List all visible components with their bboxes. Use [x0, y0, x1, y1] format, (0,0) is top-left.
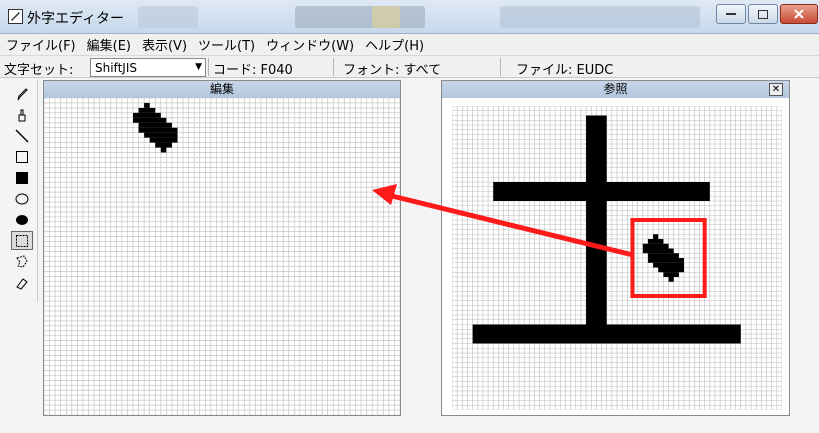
separator [208, 58, 209, 76]
edit-glyph-cell [138, 107, 156, 113]
separator [500, 58, 501, 76]
line-tool[interactable] [11, 126, 33, 145]
blurred-taskbar-fragment [295, 6, 425, 28]
edit-grid-wrap [44, 98, 400, 415]
blurred-taskbar-fragment [500, 6, 700, 28]
reference-grid [452, 106, 782, 410]
brush-icon [18, 109, 26, 121]
maximize-icon [758, 9, 768, 19]
edit-grid-lines [44, 98, 400, 415]
eraser-icon [16, 277, 28, 290]
edit-panel-title: 編集 [44, 81, 400, 98]
close-button[interactable] [780, 4, 818, 24]
edit-panel: 編集 [43, 80, 401, 416]
filled-ellipse-icon [16, 214, 28, 225]
charset-value: ShiftJIS [95, 61, 137, 75]
code-label: コード: F040 [213, 63, 293, 78]
line-icon [15, 129, 29, 142]
reference-glyph-cell [642, 248, 674, 254]
reference-glyph-cell [663, 272, 679, 277]
separator [333, 58, 334, 76]
minimize-icon [726, 13, 736, 15]
charset-select[interactable]: ShiftJIS ▼ [90, 58, 206, 77]
menu-window[interactable]: ウィンドウ(W) [266, 35, 354, 54]
file-label: ファイル: EUDC [516, 63, 614, 78]
rectangular-selection-icon [16, 234, 28, 247]
edit-glyph-cell [155, 142, 172, 148]
reference-glyph-cell [647, 253, 679, 258]
reference-glyph-cell [653, 262, 685, 268]
hollow-rectangle-icon [16, 150, 28, 163]
edit-glyph-cell [160, 147, 167, 153]
menu-view[interactable]: 表示(V) [142, 35, 187, 54]
hollow-rectangle-tool[interactable] [11, 147, 33, 166]
blurred-taskbar-fragment [138, 6, 198, 28]
freeform-selection-icon [16, 254, 28, 268]
brush-tool[interactable] [11, 105, 33, 124]
reference-glyph-cell [647, 239, 664, 244]
reference-close-button[interactable] [769, 83, 783, 96]
reference-panel-title: 参照 [442, 81, 789, 98]
dropdown-arrow-icon: ▼ [195, 62, 202, 72]
pencil-icon [17, 87, 28, 100]
filled-rectangle-tool[interactable] [11, 168, 33, 187]
filled-ellipse-tool[interactable] [11, 210, 33, 229]
title-bar: 外字エディター [0, 0, 819, 34]
edit-glyph-cell [133, 112, 161, 118]
minimize-button[interactable] [716, 4, 746, 24]
blurred-taskbar-fragment [372, 6, 400, 28]
reference-glyph-cell [668, 277, 674, 282]
filled-rectangle-icon [16, 171, 28, 184]
reference-glyph-cell [642, 243, 669, 249]
close-icon [794, 9, 804, 19]
menu-tools[interactable]: ツール(T) [198, 35, 255, 54]
reference-glyph-stroke [586, 115, 607, 325]
reference-glyph-stroke [493, 182, 710, 201]
edit-glyph-cell [144, 102, 150, 108]
reference-glyph-cell [647, 258, 685, 263]
reference-grid-wrap [452, 106, 782, 410]
rectangular-selection-tool[interactable] [11, 231, 33, 250]
reference-glyph-stroke [472, 324, 741, 344]
toolbox [6, 80, 38, 302]
menu-help[interactable]: ヘルプ(H) [365, 35, 424, 54]
hollow-ellipse-tool[interactable] [11, 189, 33, 208]
pencil-tool[interactable] [11, 84, 33, 103]
reference-panel: 参照 [441, 80, 790, 416]
reference-glyph-cell [658, 267, 685, 273]
charset-label: 文字セット: [4, 63, 74, 78]
app-icon [8, 9, 23, 24]
info-bar: 文字セット: ShiftJIS ▼ コード: F040 フォント: すべて ファ… [0, 56, 819, 78]
menu-bar: ファイル(F) 編集(E) 表示(V) ツール(T) ウィンドウ(W) ヘルプ(… [0, 34, 819, 56]
window-title: 外字エディター [27, 11, 125, 27]
reference-glyph-cell [653, 234, 659, 239]
menu-edit[interactable]: 編集(E) [87, 35, 131, 54]
edit-glyph-cell [138, 127, 178, 133]
freeform-selection-tool[interactable] [11, 252, 33, 271]
eraser-tool[interactable] [11, 273, 33, 292]
maximize-button[interactable] [748, 4, 778, 24]
reference-grid-lines [452, 106, 782, 410]
edit-glyph-cell [149, 137, 178, 143]
edit-glyph-cell [144, 132, 178, 138]
edit-glyph-cell [133, 117, 167, 123]
menu-file[interactable]: ファイル(F) [6, 35, 76, 54]
font-label: フォント: すべて [343, 63, 442, 78]
hollow-ellipse-icon [15, 193, 29, 204]
edit-grid[interactable] [44, 98, 400, 415]
edit-glyph-cell [138, 122, 172, 128]
